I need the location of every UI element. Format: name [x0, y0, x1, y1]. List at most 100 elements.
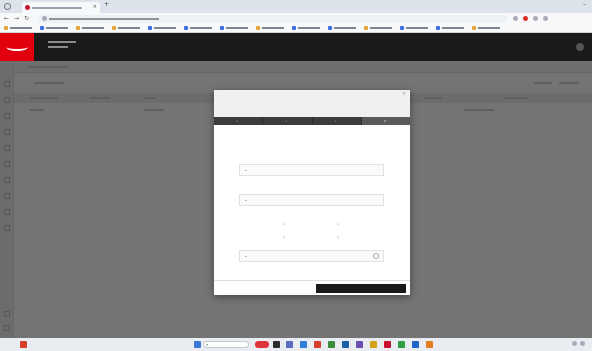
site-info-icon[interactable]: [42, 16, 48, 21]
section-2[interactable]: ⌄: [239, 194, 384, 206]
bookmark-item[interactable]: [328, 26, 356, 30]
profile-avatar-icon[interactable]: [543, 16, 549, 21]
bookmark-item[interactable]: [364, 26, 392, 30]
bookmark-item[interactable]: [184, 26, 212, 30]
nav-icon[interactable]: [4, 225, 10, 231]
back-button[interactable]: [214, 281, 314, 295]
user-avatar[interactable]: [576, 43, 584, 51]
weather-icon[interactable]: [20, 341, 27, 348]
browser-tab-bar: × + –: [0, 0, 592, 13]
left-nav-rail: [0, 61, 14, 338]
nav-icon[interactable]: [4, 311, 10, 317]
browser-tab[interactable]: ×: [22, 2, 100, 13]
radio-icon: ◇: [283, 235, 286, 239]
page-subbar: [14, 61, 592, 73]
window-controls-icon[interactable]: –: [583, 2, 586, 8]
option-3[interactable]: ◇: [283, 235, 287, 239]
app-icon[interactable]: [314, 341, 321, 348]
nav-icon[interactable]: [4, 81, 10, 87]
field-value: [239, 136, 384, 141]
volume-icon[interactable]: [580, 341, 585, 346]
radio-icon: ◇: [337, 222, 340, 226]
nav-icon[interactable]: [4, 209, 10, 215]
field-value: [239, 184, 384, 189]
close-tab-icon[interactable]: ×: [93, 5, 97, 10]
step-4-active[interactable]: 4: [361, 117, 410, 125]
bookmark-item[interactable]: [112, 26, 140, 30]
bookmark-icon: [436, 26, 440, 30]
close-icon[interactable]: ×: [402, 92, 406, 97]
info-icon[interactable]: [373, 253, 379, 259]
dialog-header: ×: [214, 90, 410, 117]
taskbar-search[interactable]: ⌕: [203, 341, 249, 348]
nav-icon[interactable]: [4, 129, 10, 135]
bookmark-icon: [400, 26, 404, 30]
app-icon[interactable]: [384, 341, 391, 348]
bookmark-item[interactable]: [472, 26, 500, 30]
folder-icon: [4, 26, 8, 30]
section-3[interactable]: ⌄: [239, 250, 384, 262]
back-icon[interactable]: ←: [4, 15, 9, 22]
nav-icon[interactable]: [4, 325, 10, 331]
forward-icon[interactable]: →: [14, 15, 19, 22]
nav-icon[interactable]: [4, 113, 10, 119]
tab-favicon-icon: [25, 5, 30, 10]
app-icon[interactable]: [356, 341, 363, 348]
profile-icon[interactable]: [4, 3, 11, 10]
bg-toolbar-item: [34, 82, 64, 84]
next-button[interactable]: [316, 284, 406, 293]
nav-icon[interactable]: [4, 161, 10, 167]
option-4[interactable]: ◇: [337, 235, 341, 239]
app-icon[interactable]: [412, 341, 419, 348]
wizard-steps: ✓ ✓ ✓ 4: [214, 117, 410, 125]
subbar-text: [28, 66, 68, 68]
bookmark-item[interactable]: [4, 26, 32, 30]
app-icon[interactable]: [300, 341, 307, 348]
new-tab-icon[interactable]: +: [104, 2, 109, 8]
step-number: 4: [383, 119, 386, 123]
bookmark-icon: [184, 26, 188, 30]
app-icon[interactable]: [286, 341, 293, 348]
bookmark-item[interactable]: [148, 26, 176, 30]
reload-icon[interactable]: ↻: [24, 15, 29, 22]
app-icon[interactable]: [273, 341, 280, 348]
app-icon[interactable]: [342, 341, 349, 348]
bookmark-item[interactable]: [400, 26, 428, 30]
bookmark-item[interactable]: [40, 26, 68, 30]
bookmark-item[interactable]: [436, 26, 464, 30]
nav-icon[interactable]: [4, 193, 10, 199]
network-icon[interactable]: [572, 341, 577, 346]
app-header: [0, 33, 592, 61]
section-1[interactable]: ⌄: [239, 164, 384, 176]
bookmark-item[interactable]: [76, 26, 104, 30]
bookmark-icon: [220, 26, 224, 30]
option-1[interactable]: ◇: [283, 222, 287, 226]
nav-icon[interactable]: [4, 97, 10, 103]
step-check-icon: ✓: [334, 119, 337, 123]
app-icon[interactable]: [328, 341, 335, 348]
step-1[interactable]: ✓: [214, 117, 264, 125]
bookmark-item[interactable]: [256, 26, 284, 30]
nav-icon[interactable]: [4, 145, 10, 151]
bookmark-item[interactable]: [292, 26, 320, 30]
app-icon[interactable]: [398, 341, 405, 348]
bookmark-item[interactable]: [220, 26, 248, 30]
extension-icon[interactable]: [523, 16, 529, 21]
option-2[interactable]: ◇: [337, 222, 341, 226]
folder-icon: [256, 26, 260, 30]
url-input[interactable]: [38, 14, 509, 23]
extension-icon-2[interactable]: [533, 16, 539, 21]
app-icon[interactable]: [426, 341, 433, 348]
bookmark-star-icon[interactable]: [513, 16, 519, 21]
dialog-footer: [214, 280, 410, 295]
bookmark-icon: [328, 26, 332, 30]
step-3[interactable]: ✓: [313, 117, 362, 125]
brand-logo[interactable]: [0, 33, 34, 61]
folder-icon: [472, 26, 476, 30]
app-icon[interactable]: [370, 341, 377, 348]
app-icon[interactable]: [255, 341, 269, 348]
url-text: [49, 17, 160, 20]
nav-icon[interactable]: [4, 177, 10, 183]
windows-start-icon[interactable]: [194, 341, 201, 348]
step-2[interactable]: ✓: [263, 117, 313, 125]
